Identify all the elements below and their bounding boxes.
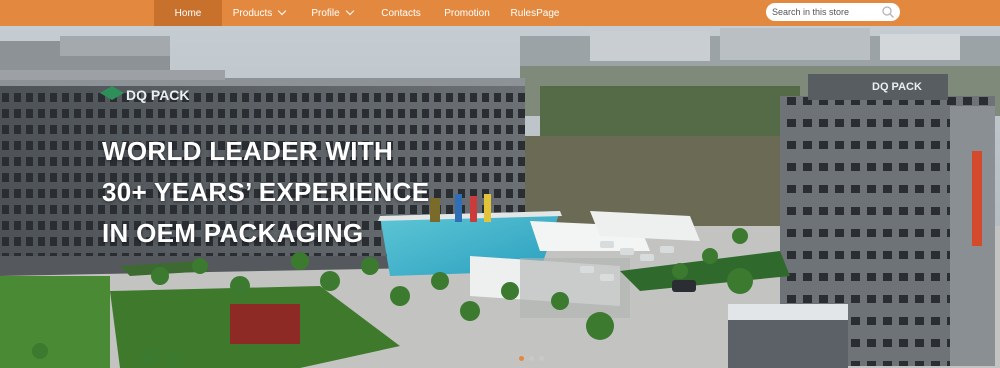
hero-headline: WORLD LEADER WITH 30+ YEARS’ EXPERIENCE …	[102, 131, 429, 254]
chevron-down-icon	[345, 6, 354, 16]
headline-line-3: IN OEM PACKAGING	[102, 218, 364, 248]
nav-rulespage[interactable]: RulesPage	[500, 0, 570, 26]
nav-promotion[interactable]: Promotion	[434, 0, 500, 26]
logo-sign: DQ PACK	[872, 81, 922, 93]
nav-products[interactable]: Products	[222, 0, 296, 26]
search-icon[interactable]	[881, 5, 895, 19]
nav-home-label: Home	[174, 7, 202, 19]
slide-dot-1[interactable]	[519, 356, 524, 361]
nav-contacts[interactable]: Contacts	[368, 0, 434, 26]
nav-profile[interactable]: Profile	[296, 0, 368, 26]
building-sign-left: DQ PACK	[126, 87, 190, 103]
nav-contacts-label: Contacts	[381, 7, 421, 19]
nav-rulespage-label: RulesPage	[510, 7, 560, 19]
chevron-down-icon	[277, 6, 287, 16]
nav-products-label: Products	[232, 7, 273, 19]
main-nav: Home Products Profile Contacts Promotion…	[154, 0, 570, 26]
top-navigation-bar: Home Products Profile Contacts Promotion…	[0, 0, 1000, 26]
hero-banner[interactable]: DQ PACK DQ PACK WORLD LEADER WITH 30+ YE…	[0, 26, 1000, 368]
search-box	[766, 3, 900, 21]
nav-promotion-label: Promotion	[444, 7, 490, 19]
slider-pagination	[519, 356, 544, 361]
nav-profile-label: Profile	[311, 7, 340, 19]
search-input[interactable]	[772, 5, 880, 19]
nav-home[interactable]: Home	[154, 0, 222, 26]
building-sign-right: DQ PACK	[872, 81, 922, 93]
slide-dot-3[interactable]	[539, 356, 544, 361]
headline-line-1: WORLD LEADER WITH	[102, 136, 394, 166]
slide-dot-2[interactable]	[529, 356, 534, 361]
headline-line-2: 30+ YEARS’ EXPERIENCE	[102, 177, 430, 207]
